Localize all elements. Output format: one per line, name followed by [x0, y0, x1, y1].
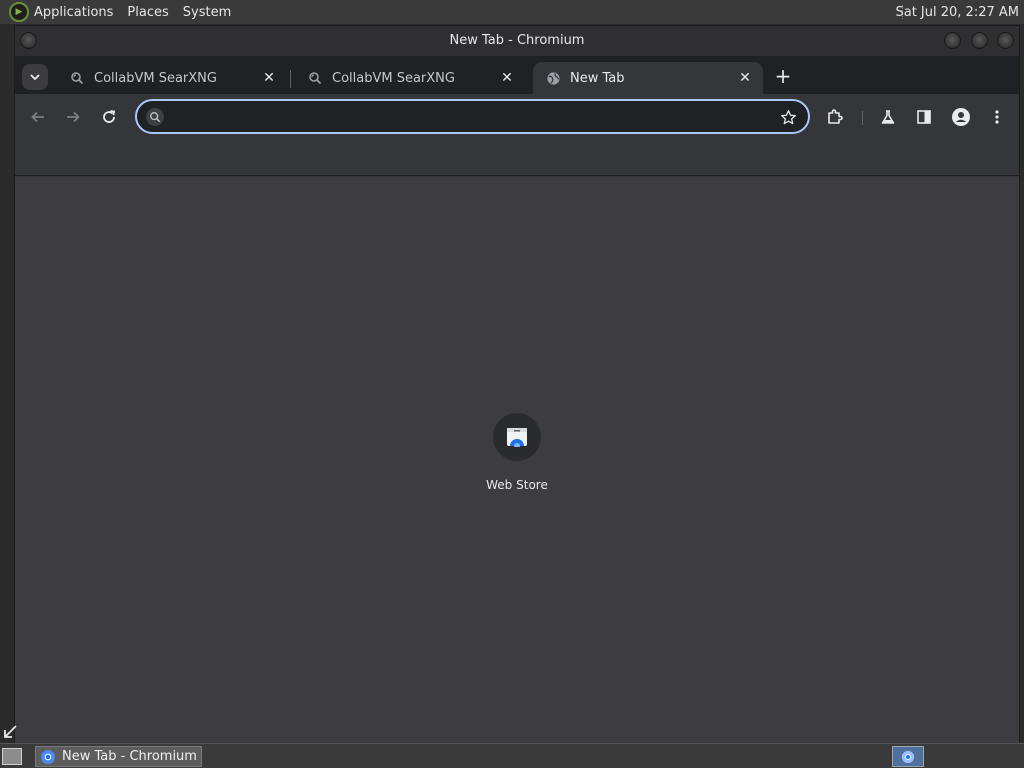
window-title: New Tab - Chromium: [449, 33, 585, 48]
bottom-panel: New Tab - Chromium: [0, 743, 1024, 768]
new-tab-page: Web Store: [15, 177, 1019, 743]
tab-label: CollabVM SearXNG: [332, 70, 455, 86]
tab-divider: [290, 70, 291, 88]
top-panel: ▶ Applications Places System Sat Jul 20,…: [0, 0, 1024, 25]
extensions-button[interactable]: [822, 104, 848, 130]
star-icon: [780, 109, 796, 124]
shortcut-tile[interactable]: [493, 413, 541, 461]
bookmark-star-button[interactable]: [778, 107, 798, 127]
chevron-down-icon: [30, 74, 40, 81]
profile-icon: [952, 108, 970, 126]
new-tab-button[interactable]: +: [772, 66, 794, 88]
forward-button[interactable]: [60, 104, 86, 130]
chromium-icon: [901, 750, 915, 763]
maximize-button[interactable]: [971, 32, 988, 49]
window-menu-button[interactable]: [20, 32, 37, 49]
profile-button[interactable]: [948, 104, 974, 130]
tab-search-button[interactable]: [22, 64, 48, 90]
reload-icon: [103, 110, 116, 123]
browser-menu-button[interactable]: [984, 104, 1010, 130]
places-menu[interactable]: Places: [127, 5, 168, 20]
clock[interactable]: Sat Jul 20, 2:27 AM: [895, 5, 1019, 20]
distro-logo-icon[interactable]: ▶: [9, 2, 29, 22]
globe-icon: [545, 70, 561, 86]
searxng-icon: [69, 70, 85, 86]
reload-button[interactable]: [96, 104, 122, 130]
web-store-icon: [507, 428, 527, 447]
chromium-icon: [41, 749, 55, 764]
resize-corner-icon[interactable]: [1, 723, 19, 741]
labs-icon: [881, 110, 895, 124]
bookmarks-bar: [15, 140, 1019, 176]
toolbar-separator: [862, 111, 863, 125]
close-window-button[interactable]: [997, 32, 1014, 49]
taskbar-window-label: New Tab - Chromium: [62, 749, 197, 764]
tab-label: New Tab: [570, 70, 625, 86]
window-titlebar[interactable]: New Tab - Chromium: [15, 26, 1019, 56]
extensions-icon: [828, 109, 843, 124]
side-panel-button[interactable]: [911, 104, 937, 130]
workspace-switcher[interactable]: [892, 746, 924, 767]
omnibox-input[interactable]: [171, 107, 761, 127]
side-panel-icon: [917, 110, 931, 124]
tab-collabvm-searxng-2[interactable]: CollabVM SearXNG ✕: [295, 62, 525, 94]
close-tab-icon[interactable]: ✕: [499, 70, 515, 86]
forward-icon: [67, 111, 80, 123]
back-icon: [31, 111, 44, 123]
minimize-button[interactable]: [944, 32, 961, 49]
shortcut-label: Web Store: [486, 478, 548, 492]
shortcut-web-store[interactable]: Web Store: [475, 413, 559, 503]
applications-menu[interactable]: Applications: [34, 5, 113, 20]
tab-label: CollabVM SearXNG: [94, 70, 217, 86]
close-tab-icon[interactable]: ✕: [261, 70, 277, 86]
tab-collabvm-searxng-1[interactable]: CollabVM SearXNG ✕: [57, 62, 287, 94]
menu-icon: [995, 110, 999, 124]
tab-strip: CollabVM SearXNG ✕ CollabVM SearXNG ✕ Ne…: [15, 56, 1019, 94]
address-bar[interactable]: [135, 99, 810, 134]
close-tab-icon[interactable]: ✕: [737, 70, 753, 86]
tab-new-tab[interactable]: New Tab ✕: [533, 62, 763, 94]
browser-window: New Tab - Chromium CollabVM SearXNG ✕ Co…: [14, 25, 1020, 743]
show-desktop-icon[interactable]: [2, 748, 22, 765]
back-button[interactable]: [25, 104, 51, 130]
search-engine-icon: [146, 108, 164, 126]
taskbar-window-button[interactable]: New Tab - Chromium: [35, 746, 202, 767]
searxng-icon: [307, 70, 323, 86]
labs-button[interactable]: [875, 104, 901, 130]
browser-toolbar: [15, 94, 1019, 140]
system-menu[interactable]: System: [183, 5, 231, 20]
